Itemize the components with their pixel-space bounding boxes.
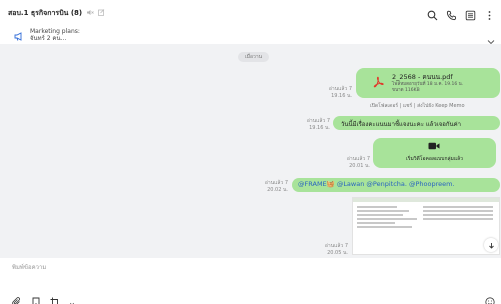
call-label: เริ่มวิดีโอคอลแบบกลุ่มแล้ว [406, 156, 463, 162]
phone-icon[interactable] [446, 6, 457, 25]
file-info: 2_2568 - คนนน.pdf ไฟล์หมดอายุวันที่ 18 ม… [392, 72, 463, 94]
chevron-down-icon[interactable] [69, 292, 75, 304]
file-size: ขนาด 116KB [392, 88, 420, 93]
message-input[interactable]: พิมพ์ข้อความ [12, 262, 46, 272]
read-receipt: อ่านแล้ว 7 [306, 118, 330, 124]
spreadsheet-row [357, 214, 403, 216]
spreadsheet-row [357, 226, 412, 228]
read-receipt: อ่านแล้ว 7 [328, 86, 352, 92]
more-icon[interactable] [484, 6, 495, 25]
scroll-to-bottom-button[interactable] [484, 238, 498, 252]
file-message[interactable]: 2_2568 - คนนน.pdf ไฟล์หมดอายุวันที่ 18 ม… [356, 68, 500, 98]
attachment-icon[interactable] [12, 292, 22, 304]
announcement-title: Marketing plans: [30, 28, 80, 35]
text-message[interactable]: วันนี้มีเรื่องคะแนนมาชี้แจงนะคะ แล้วเจอก… [333, 116, 500, 130]
search-icon[interactable] [427, 6, 438, 25]
message-time: 20.01 น. [349, 163, 370, 169]
file-actions-link[interactable]: เปิดโฟลเดอร์ | แชร์ | ส่งไปยัง Keep Memo [370, 102, 465, 110]
message-meta: อ่านแล้ว 7 19.16 น. [296, 118, 330, 132]
spreadsheet-row [357, 218, 417, 220]
muted-icon [86, 9, 94, 18]
message-meta: อ่านแล้ว 7 20.02 น. [254, 180, 288, 194]
read-receipt: อ่านแล้ว 7 [324, 243, 348, 249]
arrow-down-icon [488, 242, 494, 249]
video-call-message[interactable]: เริ่มวิดีโอคอลแบบกลุ่มแล้ว [373, 138, 496, 168]
message-time: 19.16 น. [331, 93, 352, 99]
keep-bookmark-icon[interactable] [31, 292, 41, 304]
spreadsheet-row [357, 206, 397, 208]
message-meta: อ่านแล้ว 7 19.16 น. [318, 86, 352, 100]
spreadsheet-row [423, 214, 493, 216]
read-receipt: อ่านแล้ว 7 [346, 156, 370, 162]
date-separator: เมื่อวาน [238, 52, 270, 62]
spreadsheet-row [423, 210, 493, 212]
spreadsheet-toolbar [353, 198, 499, 202]
image-message[interactable] [352, 197, 500, 255]
emoji-icon[interactable] [485, 292, 495, 304]
message-time: 19.16 น. [309, 125, 330, 131]
message-composer: พิมพ์ข้อความ [0, 258, 501, 304]
message-time: 20.02 น. [267, 187, 288, 193]
chat-header: สอบ.1 ธุรกิจการบิน (8) [0, 0, 501, 26]
announcement-bar[interactable]: Marketing plans: จันทร์ 2 คน... [0, 26, 501, 45]
note-icon[interactable] [98, 8, 105, 18]
chat-title[interactable]: สอบ.1 ธุรกิจการบิน (8) [8, 8, 82, 19]
announcement-preview: จันทร์ 2 คน... [30, 35, 67, 42]
chat-area[interactable]: เมื่อวาน อ่านแล้ว 7 19.16 น. 2_2568 - คน… [0, 44, 501, 258]
spreadsheet-row [423, 206, 493, 208]
screenshot-crop-icon[interactable] [50, 292, 60, 304]
composer-toolbar [12, 292, 75, 304]
menu-icon[interactable] [465, 6, 476, 25]
spreadsheet-row [357, 222, 395, 224]
message-meta: อ่านแล้ว 7 20.01 น. [336, 156, 370, 170]
mention-message[interactable]: @FRAME🧺 @Lawan @Penpitcha. @Phoopreem. [292, 178, 500, 192]
spreadsheet-row [423, 218, 493, 220]
megaphone-icon [14, 26, 24, 45]
pdf-file-icon [372, 76, 384, 90]
video-camera-icon [428, 142, 440, 150]
spreadsheet-row [357, 210, 409, 212]
read-receipt: อ่านแล้ว 7 [264, 180, 288, 186]
announcement-text: Marketing plans: จันทร์ 2 คน... [30, 28, 80, 42]
message-meta: อ่านแล้ว 7 20.05 น. [314, 243, 348, 257]
file-name: 2_2568 - คนนน.pdf [392, 73, 453, 81]
message-time: 20.05 น. [327, 250, 348, 256]
